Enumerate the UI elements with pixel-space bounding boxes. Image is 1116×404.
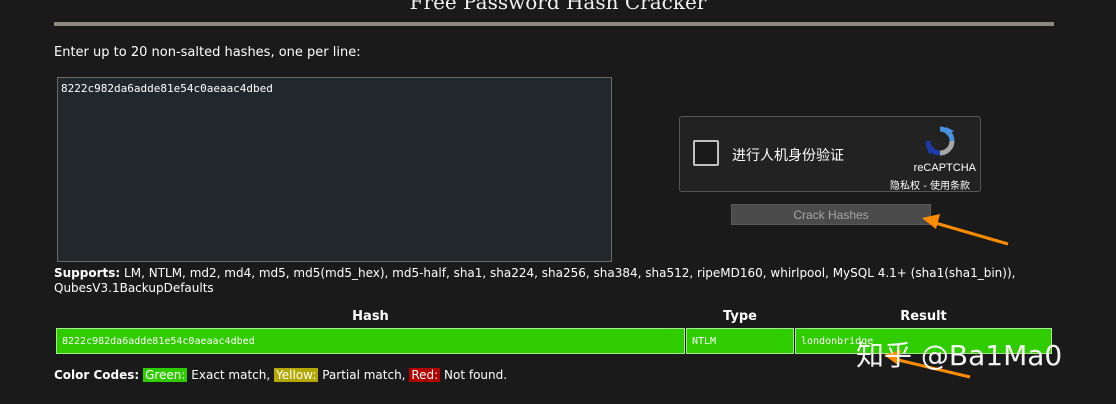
- page-title: Free Password Hash Cracker: [409, 0, 707, 14]
- result-type-cell: NTLM: [686, 328, 794, 354]
- recaptcha-label: 进行人机身份验证: [732, 148, 844, 164]
- recaptcha-logo-icon: [925, 126, 955, 156]
- supports-text: Supports: LM, NTLM, md2, md4, md5, md5(m…: [54, 266, 1064, 296]
- green-swatch: Green:: [143, 368, 188, 382]
- recaptcha-checkbox[interactable]: [693, 140, 719, 166]
- yellow-description: Partial match,: [322, 368, 406, 382]
- hash-input-textarea[interactable]: 8222c982da6adde81e54c0aeaac4dbed: [57, 77, 612, 262]
- color-codes-label: Color Codes:: [54, 368, 140, 382]
- green-description: Exact match,: [191, 368, 271, 382]
- annotation-arrow-icon: [922, 214, 1009, 246]
- red-description: Not found.: [444, 368, 508, 382]
- title-divider: [54, 22, 1054, 26]
- color-codes-legend: Color Codes: Green: Exact match, Yellow:…: [54, 368, 507, 382]
- recaptcha-privacy-terms-link[interactable]: 隐私权 - 使用条款: [890, 177, 970, 192]
- column-header-type: Type: [723, 309, 757, 324]
- result-hash-cell: 8222c982da6adde81e54c0aeaac4dbed: [56, 328, 685, 354]
- recaptcha-brand: reCAPTCHA: [913, 162, 976, 174]
- yellow-swatch: Yellow:: [274, 368, 319, 382]
- recaptcha-widget: 进行人机身份验证 reCAPTCHA 隐私权 - 使用条款: [679, 116, 981, 192]
- supports-label: Supports:: [54, 266, 121, 280]
- crack-hashes-button[interactable]: Crack Hashes: [731, 204, 931, 225]
- column-header-hash: Hash: [352, 309, 389, 324]
- supports-list: LM, NTLM, md2, md4, md5, md5(md5_hex), m…: [54, 266, 1016, 295]
- column-header-result: Result: [900, 309, 947, 324]
- instructions-text: Enter up to 20 non-salted hashes, one pe…: [54, 45, 361, 60]
- watermark: 知乎 @Ba1Ma0: [856, 339, 1063, 372]
- red-swatch: Red:: [409, 368, 441, 382]
